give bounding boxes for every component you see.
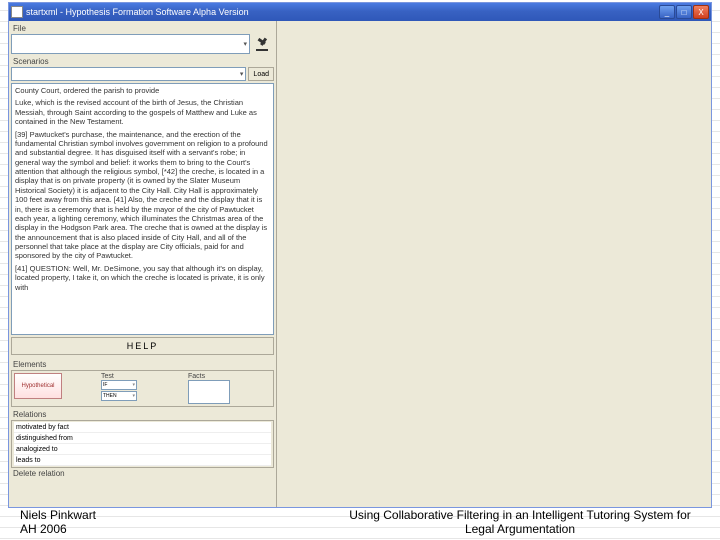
elements-label: Elements xyxy=(13,360,272,369)
if-dropdown[interactable]: IF xyxy=(101,380,137,390)
test-label: Test xyxy=(101,373,184,380)
then-dropdown[interactable]: THEN xyxy=(101,391,137,401)
left-panel: File Scenarios Load County Court, ordere… xyxy=(9,21,277,507)
facts-label: Facts xyxy=(188,373,271,380)
relation-item[interactable]: distinguished from xyxy=(14,433,271,444)
gavel-icon xyxy=(254,36,274,52)
app-icon xyxy=(11,6,23,18)
venue-name: AH 2006 xyxy=(20,522,96,536)
relations-label: Relations xyxy=(13,410,272,419)
hypothetical-element[interactable]: Hypothetical xyxy=(14,373,62,399)
app-window: startxml - Hypothesis Formation Software… xyxy=(8,2,712,508)
author-name: Niels Pinkwart xyxy=(20,508,96,522)
minimize-button[interactable]: _ xyxy=(659,5,675,19)
relation-item[interactable]: motivated by fact xyxy=(14,422,271,433)
relations-list: motivated by fact distinguished from ana… xyxy=(11,420,274,468)
file-dropdown[interactable] xyxy=(11,34,250,54)
test-element[interactable]: IF THEN xyxy=(101,380,184,401)
scenario-dropdown[interactable] xyxy=(11,67,246,81)
titlebar[interactable]: startxml - Hypothesis Formation Software… xyxy=(9,3,711,21)
help-button[interactable]: HELP xyxy=(11,337,274,355)
elements-panel: Hypothetical Test IF THEN Facts xyxy=(11,370,274,407)
window-title: startxml - Hypothesis Formation Software… xyxy=(26,7,659,17)
scenario-label: Scenarios xyxy=(13,57,272,66)
maximize-button[interactable]: □ xyxy=(676,5,692,19)
slide-footer: Niels Pinkwart AH 2006 Using Collaborati… xyxy=(20,508,700,536)
fact-element[interactable] xyxy=(188,380,230,404)
delete-relation-label[interactable]: Delete relation xyxy=(13,469,272,478)
relation-item[interactable]: analogized to xyxy=(14,444,271,455)
presentation-title: Using Collaborative Filtering in an Inte… xyxy=(340,508,700,536)
load-button[interactable]: Load xyxy=(248,67,274,81)
file-label: File xyxy=(13,24,272,33)
relation-item[interactable]: leads to xyxy=(14,455,271,466)
document-text[interactable]: County Court, ordered the parish to prov… xyxy=(11,83,274,335)
close-button[interactable]: X xyxy=(693,5,709,19)
canvas-area[interactable] xyxy=(277,21,711,507)
